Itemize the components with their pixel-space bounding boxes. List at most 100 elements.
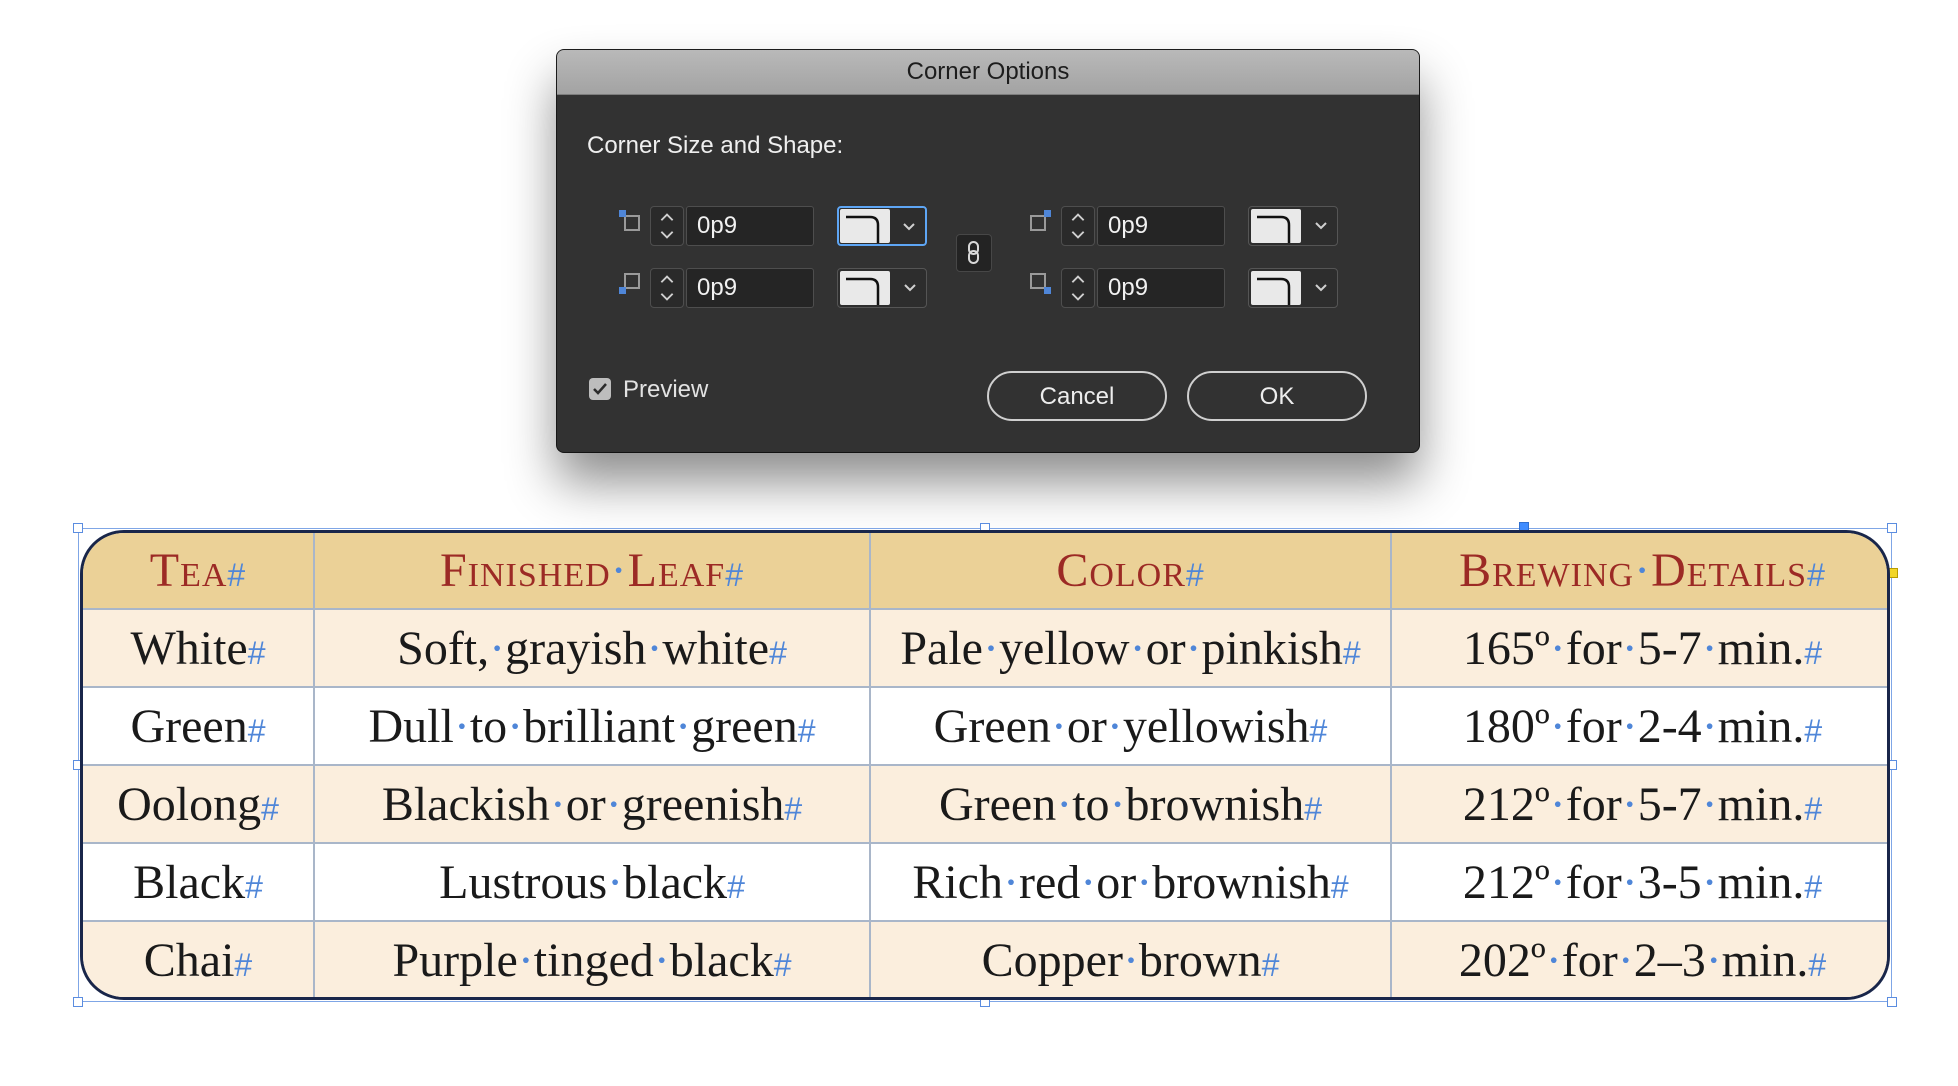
table-cell[interactable]: 212º·for·5-7·min.# xyxy=(1390,764,1887,844)
table-cell[interactable]: Green·to·brownish# xyxy=(869,764,1392,844)
space-marker: · xyxy=(1136,855,1153,909)
top-right-corner-icon xyxy=(1030,210,1051,231)
cell-text: White xyxy=(130,621,248,675)
chevron-down-icon xyxy=(1315,222,1327,230)
decrement-arrow-icon[interactable] xyxy=(651,288,683,307)
link-corner-settings-button[interactable] xyxy=(956,234,992,272)
top-left-corner-icon xyxy=(619,210,640,231)
header-color: Color xyxy=(1056,544,1186,597)
table-cell[interactable]: Lustrous·black# xyxy=(313,842,871,922)
table-cell[interactable]: White# xyxy=(83,608,315,688)
selection-handle-top-left[interactable] xyxy=(73,523,83,533)
selection-handle-bottom-left[interactable] xyxy=(73,997,83,1007)
table-cell[interactable]: Green·or·yellowish# xyxy=(869,686,1392,766)
end-of-cell-marker: # xyxy=(769,634,787,671)
top-left-shape-dropdown[interactable] xyxy=(837,206,927,246)
end-of-cell-marker: # xyxy=(725,557,745,593)
table-cell[interactable]: Purple·tinged·black# xyxy=(313,920,871,997)
table-cell[interactable]: Chai# xyxy=(83,920,315,997)
end-of-cell-marker: # xyxy=(261,790,279,827)
bottom-left-size-stepper[interactable] xyxy=(650,268,684,308)
chevron-down-icon xyxy=(1315,284,1327,292)
end-of-cell-marker: # xyxy=(1804,790,1823,827)
space-marker: · xyxy=(1080,855,1097,909)
cell-text: Green xyxy=(130,699,248,753)
end-of-cell-marker: # xyxy=(227,557,247,593)
space-marker: · xyxy=(1701,621,1718,675)
space-marker: · xyxy=(1705,934,1722,987)
rounded-corner-shape-icon xyxy=(840,209,890,243)
header-cell[interactable]: Finished·Leaf# xyxy=(313,533,871,610)
header-cell[interactable]: Brewing·Details# xyxy=(1390,533,1887,610)
top-left-size-field[interactable]: 0p9 xyxy=(686,206,814,246)
end-of-cell-marker: # xyxy=(1304,790,1323,827)
table-cell[interactable]: Soft,·grayish·white# xyxy=(313,608,871,688)
corner-size-shape-label: Corner Size and Shape: xyxy=(587,132,844,159)
end-of-cell-marker: # xyxy=(727,868,745,905)
top-right-shape-dropdown[interactable] xyxy=(1248,206,1338,246)
end-of-cell-marker: # xyxy=(1309,712,1328,749)
table-row: Chai# Purple·tinged·black# Copper·brown#… xyxy=(83,920,1887,997)
top-right-size-field[interactable]: 0p9 xyxy=(1097,206,1225,246)
space-marker: · xyxy=(1621,777,1638,831)
table-cell[interactable]: 202º·for·2–3·min.# xyxy=(1390,920,1887,997)
ok-button[interactable]: OK xyxy=(1187,371,1367,421)
decrement-arrow-icon[interactable] xyxy=(1062,226,1094,245)
table-cell[interactable]: 180º·for·2-4·min.# xyxy=(1390,686,1887,766)
end-of-cell-marker: # xyxy=(773,947,792,983)
cell-text: Green·or·yellowish xyxy=(933,699,1310,753)
top-right-size-stepper[interactable] xyxy=(1061,206,1095,246)
top-left-size-stepper[interactable] xyxy=(650,206,684,246)
table-cell[interactable]: Green# xyxy=(83,686,315,766)
table-row: Green# Dull·to·brilliant·green# Green·or… xyxy=(83,686,1887,766)
selection-handle-bottom-right[interactable] xyxy=(1887,997,1897,1007)
header-cell[interactable]: Color# xyxy=(869,533,1392,610)
bottom-right-size-stepper[interactable] xyxy=(1061,268,1095,308)
bottom-left-shape-dropdown[interactable] xyxy=(837,268,927,308)
end-of-cell-marker: # xyxy=(247,712,266,749)
table-cell[interactable]: Oolong# xyxy=(83,764,315,844)
space-marker: · xyxy=(1621,699,1638,753)
cell-text: Soft,·grayish·white xyxy=(397,621,770,675)
bottom-right-shape-dropdown[interactable] xyxy=(1248,268,1338,308)
table-cell[interactable]: Rich·red·or·brownish# xyxy=(869,842,1392,922)
rounded-corner-shape-icon xyxy=(1251,209,1301,243)
table-cell[interactable]: 212º·for·3-5·min.# xyxy=(1390,842,1887,922)
space-marker: · xyxy=(1549,777,1566,831)
bottom-left-corner-icon xyxy=(619,273,640,294)
rounded-corner-shape-icon xyxy=(840,271,890,305)
space-marker: · xyxy=(1621,621,1638,675)
header-cell[interactable]: Tea# xyxy=(83,533,315,610)
table-cell[interactable]: 165º·for·5-7·min.# xyxy=(1390,608,1887,688)
space-marker: · xyxy=(1106,699,1123,753)
increment-arrow-icon[interactable] xyxy=(1062,207,1094,226)
table-row: White# Soft,·grayish·white# Pale·yellow·… xyxy=(83,608,1887,688)
preview-label[interactable]: Preview xyxy=(623,376,708,404)
increment-arrow-icon[interactable] xyxy=(651,207,683,226)
end-of-cell-marker: # xyxy=(234,947,253,983)
decrement-arrow-icon[interactable] xyxy=(1062,288,1094,307)
table-cell[interactable]: Pale·yellow·or·pinkish# xyxy=(869,608,1392,688)
space-marker: · xyxy=(1545,934,1562,987)
increment-arrow-icon[interactable] xyxy=(1062,269,1094,288)
table-cell[interactable]: Copper·brown# xyxy=(869,920,1392,997)
end-of-cell-marker: # xyxy=(1342,634,1361,671)
space-marker: · xyxy=(1549,855,1566,909)
space-marker: · xyxy=(982,621,999,675)
rounded-corner-shape-icon xyxy=(1251,271,1301,305)
space-marker: · xyxy=(1617,934,1634,987)
bottom-right-size-field[interactable]: 0p9 xyxy=(1097,268,1225,308)
table-header-row: Tea# Finished·Leaf# Color# Brewing·Detai… xyxy=(83,533,1887,610)
table-row: Black# Lustrous·black# Rich·red·or·brown… xyxy=(83,842,1887,922)
increment-arrow-icon[interactable] xyxy=(651,269,683,288)
space-marker: · xyxy=(646,621,663,675)
table-cell[interactable]: Black# xyxy=(83,842,315,922)
cancel-button[interactable]: Cancel xyxy=(987,371,1167,421)
table-cell[interactable]: Blackish·or·greenish# xyxy=(313,764,871,844)
end-of-cell-marker: # xyxy=(1330,868,1349,905)
selection-handle-top-right[interactable] xyxy=(1887,523,1897,533)
decrement-arrow-icon[interactable] xyxy=(651,226,683,245)
preview-checkbox[interactable] xyxy=(589,378,611,400)
bottom-left-size-field[interactable]: 0p9 xyxy=(686,268,814,308)
table-cell[interactable]: Dull·to·brilliant·green# xyxy=(313,686,871,766)
